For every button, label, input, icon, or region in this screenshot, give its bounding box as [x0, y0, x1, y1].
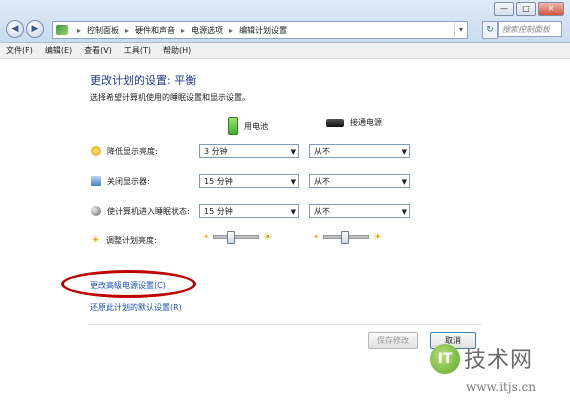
breadcrumb-item[interactable]: 编辑计划设置 — [239, 25, 287, 36]
page-title: 更改计划的设置: 平衡 — [90, 74, 197, 87]
menu-edit[interactable]: 编辑(E) — [39, 43, 78, 58]
chevron-down-icon: ▼ — [401, 148, 407, 156]
column-header-plugged: 接通电源 — [326, 117, 382, 128]
brightness-plugged-slider[interactable]: ☀ ☀ — [309, 230, 386, 244]
back-button[interactable]: ◀ — [6, 20, 24, 38]
watermark-brand: 技术网 — [464, 348, 534, 373]
sleep-icon — [91, 206, 101, 216]
slider-track[interactable] — [323, 231, 370, 244]
restore-defaults-link[interactable]: 还原此计划的默认设置(R) — [90, 302, 182, 313]
power-plug-icon — [326, 118, 344, 127]
sleep-battery-select[interactable]: 15 分钟 ▼ — [199, 204, 299, 218]
setting-row-display: 关闭显示器: — [91, 172, 150, 190]
maximize-button[interactable]: □ — [516, 2, 536, 16]
display-battery-select[interactable]: 15 分钟 ▼ — [199, 174, 299, 188]
setting-label: 降低显示亮度: — [107, 146, 158, 156]
address-bar[interactable]: ▸ 控制面板 ▸ 硬件和声音 ▸ 电源选项 ▸ 编辑计划设置 ▾ — [52, 21, 468, 39]
forward-button[interactable]: ▶ — [26, 20, 44, 38]
column-label-battery: 用电池 — [244, 121, 268, 131]
window-titlebar: — □ ✕ ◀ ▶ ▸ 控制面板 ▸ 硬件和声音 ▸ 电源选项 ▸ 编辑计划设置… — [0, 0, 570, 43]
bright-sun-icon: ☀ — [263, 231, 273, 243]
setting-row-brightness: ☀ 调整计划亮度: — [91, 231, 157, 249]
dim-sun-icon: ☀ — [203, 233, 210, 241]
setting-row-sleep: 使计算机进入睡眠状态: — [91, 202, 190, 220]
setting-label: 调整计划亮度: — [105, 235, 157, 245]
refresh-icon[interactable]: ↻ — [482, 21, 498, 39]
watermark-logo: IT — [430, 344, 460, 374]
display-plugged-select[interactable]: 从不 ▼ — [309, 174, 410, 188]
setting-label: 关闭显示器: — [107, 176, 150, 186]
highlight-oval — [61, 270, 196, 298]
slider-track[interactable] — [213, 231, 260, 244]
battery-icon — [228, 117, 238, 135]
sleep-plugged-select[interactable]: 从不 ▼ — [309, 204, 410, 218]
column-label-plugged: 接通电源 — [350, 118, 382, 127]
sun-icon: ☀ — [91, 234, 100, 246]
watermark: IT 技术网 www.itjs.cn — [430, 340, 568, 410]
select-value: 3 分钟 — [204, 147, 228, 156]
breadcrumb-item[interactable]: 电源选项 — [191, 25, 223, 36]
search-input[interactable]: 搜索控制面板 — [498, 21, 562, 37]
dim-sun-icon: ☀ — [313, 233, 320, 241]
dim-icon — [91, 146, 101, 156]
chevron-down-icon: ▼ — [290, 178, 296, 186]
slider-thumb[interactable] — [227, 231, 236, 244]
select-value: 从不 — [314, 147, 330, 156]
select-value: 15 分钟 — [204, 177, 233, 186]
chevron-down-icon: ▼ — [290, 208, 296, 216]
brightness-battery-slider[interactable]: ☀ ☀ — [199, 230, 276, 244]
column-header-battery: 用电池 — [228, 117, 268, 135]
control-panel-icon — [56, 25, 68, 35]
menu-bar: 文件(F) 编辑(E) 查看(V) 工具(T) 帮助(H) — [0, 43, 570, 59]
menu-view[interactable]: 查看(V) — [78, 43, 118, 58]
select-value: 从不 — [314, 207, 330, 216]
chevron-down-icon: ▼ — [401, 178, 407, 186]
breadcrumb-separator: ▸ — [181, 25, 186, 35]
watermark-url: www.itjs.cn — [466, 380, 537, 394]
close-button[interactable]: ✕ — [538, 2, 564, 16]
chevron-down-icon: ▼ — [290, 148, 296, 156]
minimize-button[interactable]: — — [494, 2, 514, 16]
menu-file[interactable]: 文件(F) — [0, 43, 39, 58]
chevron-down-icon: ▼ — [401, 208, 407, 216]
menu-help[interactable]: 帮助(H) — [157, 43, 197, 58]
bright-sun-icon: ☀ — [373, 231, 383, 243]
select-value: 从不 — [314, 177, 330, 186]
dim-plugged-select[interactable]: 从不 ▼ — [309, 144, 410, 158]
page-description: 选择希望计算机使用的睡眠设置和显示设置。 — [90, 93, 250, 102]
breadcrumb-item[interactable]: 控制面板 — [87, 25, 119, 36]
breadcrumb-item[interactable]: 硬件和声音 — [135, 25, 175, 36]
divider — [88, 324, 482, 325]
monitor-icon — [91, 176, 101, 186]
breadcrumb-separator: ▸ — [77, 25, 82, 35]
setting-row-dim: 降低显示亮度: — [91, 142, 158, 160]
breadcrumb-separator: ▸ — [125, 25, 130, 35]
menu-tools[interactable]: 工具(T) — [118, 43, 157, 58]
slider-thumb[interactable] — [341, 231, 350, 244]
address-dropdown-icon[interactable]: ▾ — [454, 23, 467, 37]
dim-battery-select[interactable]: 3 分钟 ▼ — [199, 144, 299, 158]
save-button[interactable]: 保存修改 — [368, 332, 418, 349]
setting-label: 使计算机进入睡眠状态: — [107, 206, 190, 216]
select-value: 15 分钟 — [204, 207, 233, 216]
breadcrumb-separator: ▸ — [229, 25, 234, 35]
window-controls: — □ ✕ — [494, 2, 564, 16]
